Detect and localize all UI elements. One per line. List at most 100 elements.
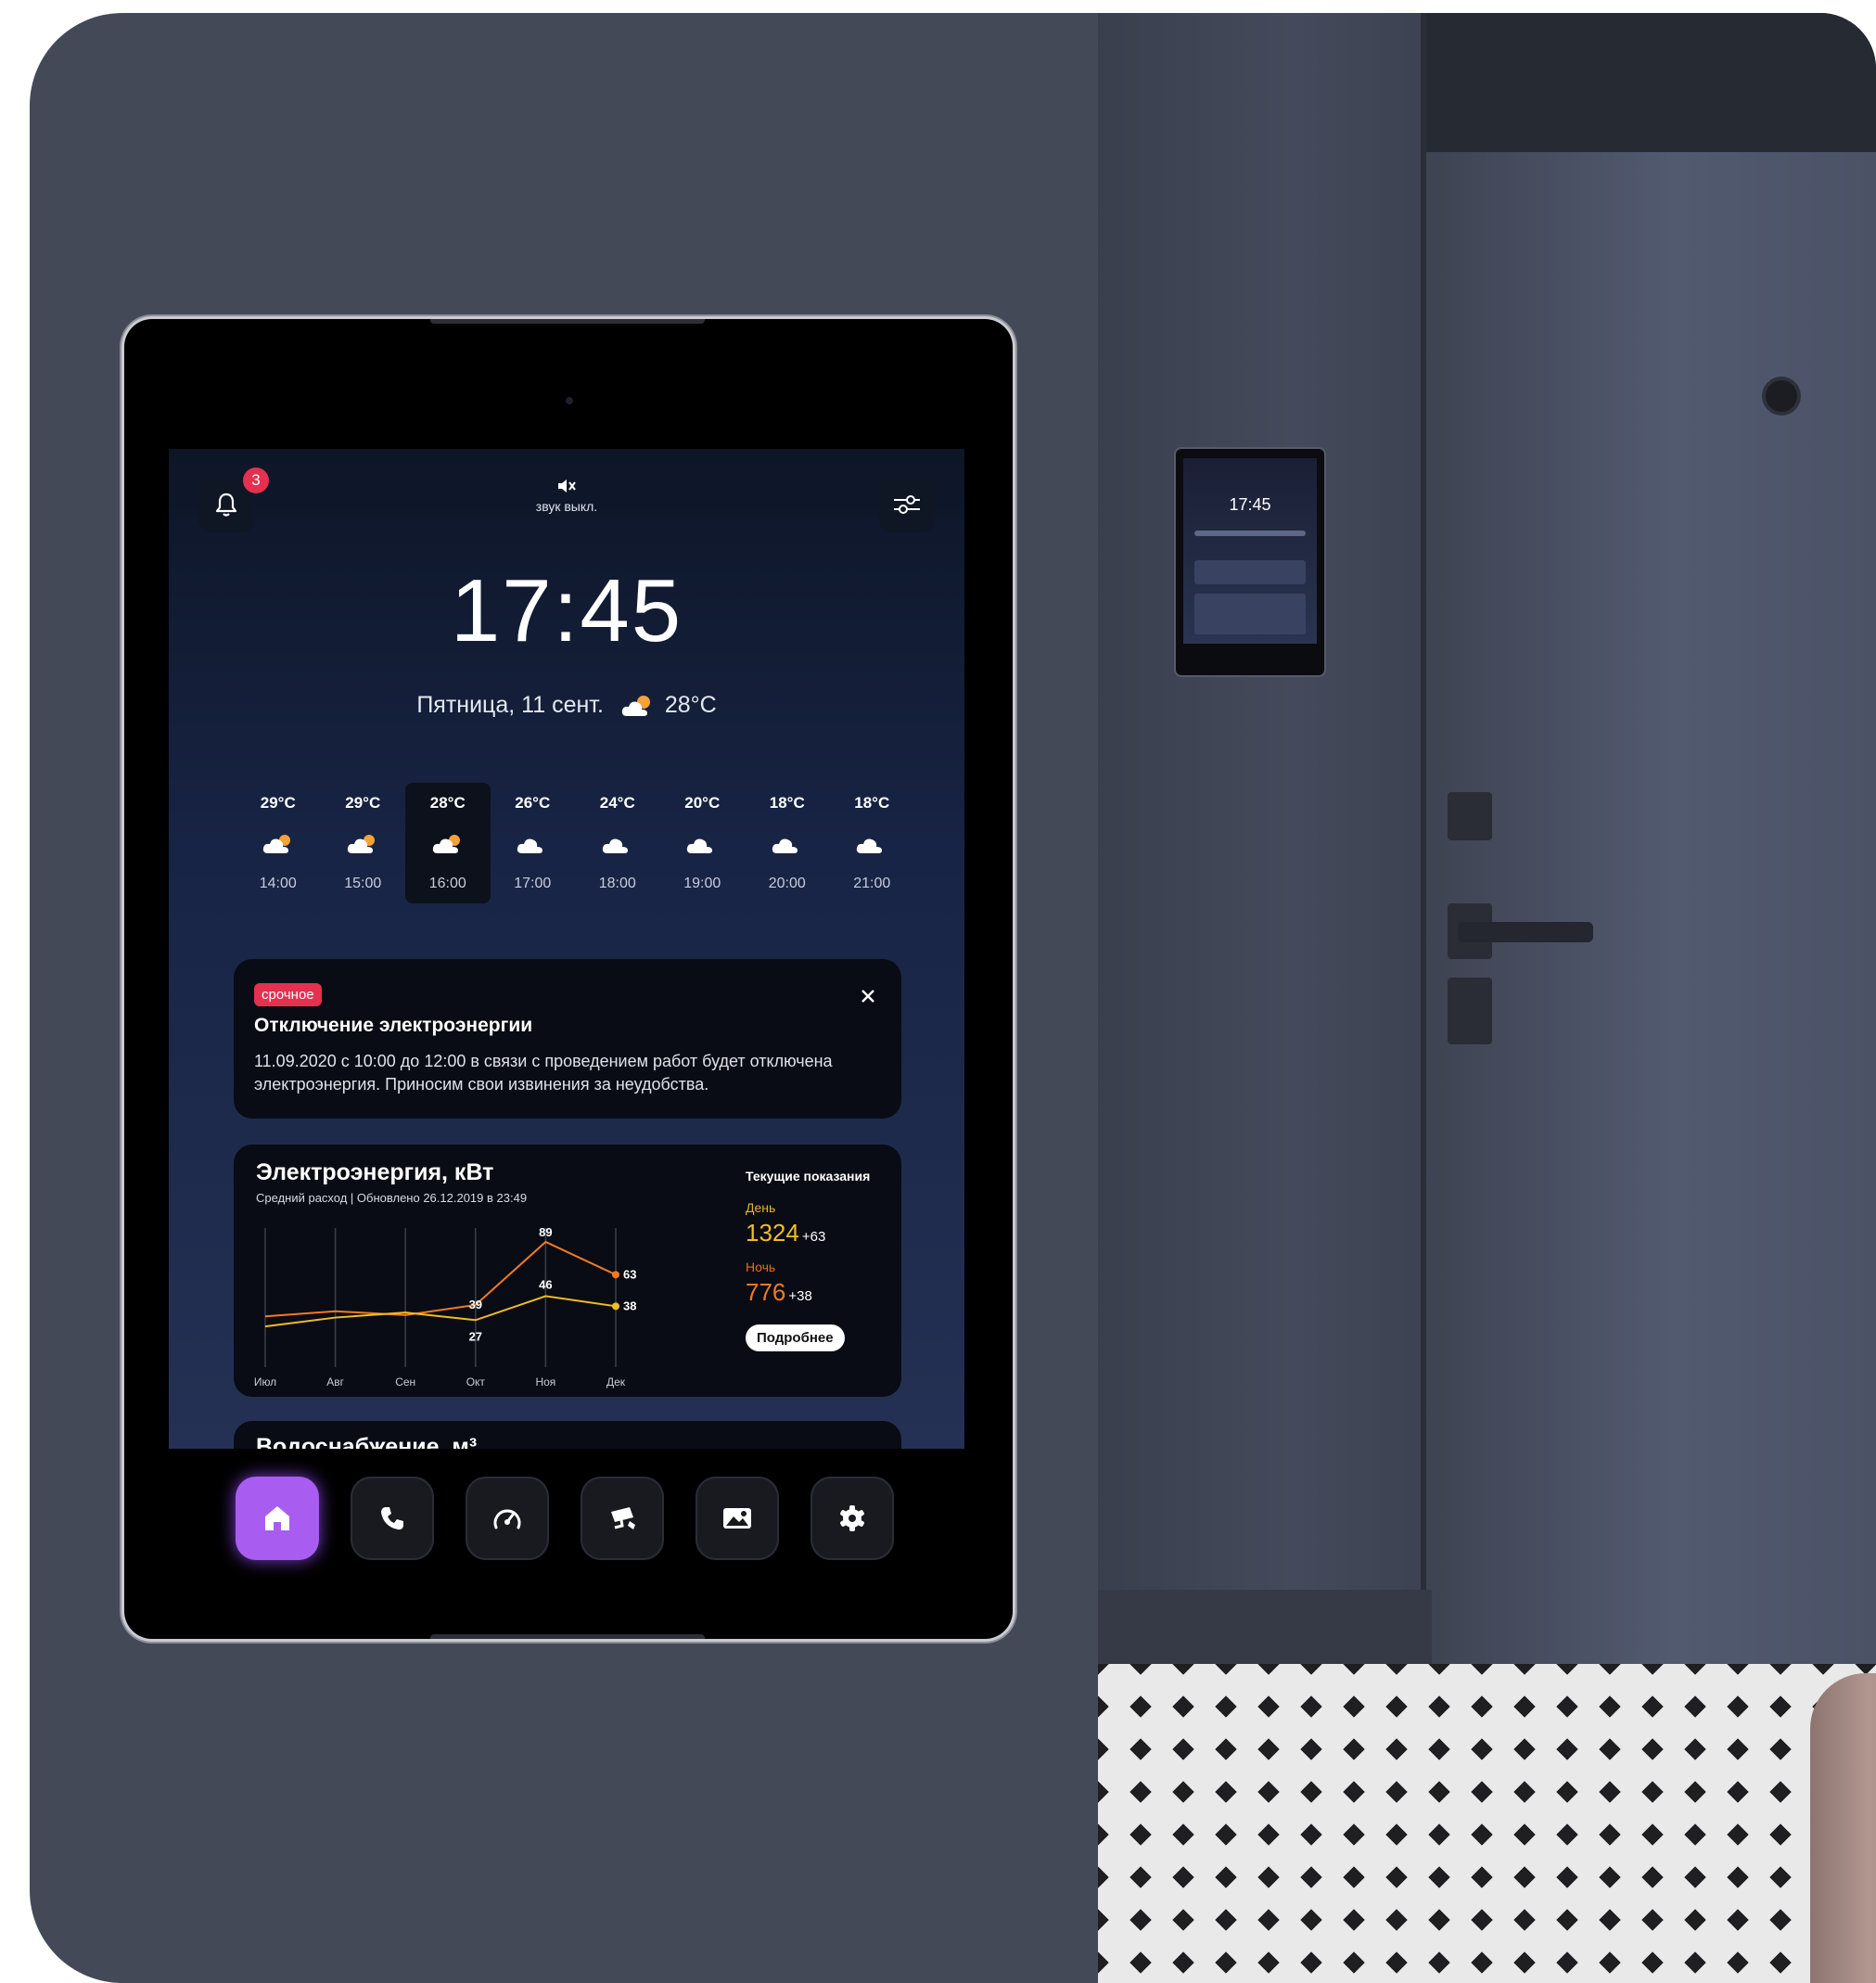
hourly-forecast: 29°C 14:00 29°C 15:00 28°C 16:00 26°C 17:00 24°C… [236, 783, 914, 903]
phone-icon [381, 1507, 403, 1530]
nav-home-button[interactable] [236, 1477, 319, 1560]
cloud-icon [772, 838, 798, 853]
partly-cloudy-icon [621, 696, 650, 717]
tablet-device: 3 звук выкл. 17:45 Пятница, 11 сент. 28°… [124, 319, 1013, 1639]
chart-data-label: 38 [623, 1299, 636, 1312]
nav-cameras-button[interactable] [581, 1477, 664, 1560]
cloud-icon [687, 838, 713, 853]
chart-data-label: 27 [469, 1329, 482, 1343]
forecast-hour[interactable]: 18°C 21:00 [830, 783, 915, 903]
x-tick-label: Ноя [535, 1375, 555, 1388]
door-handle [1458, 922, 1593, 942]
home-icon [265, 1506, 289, 1530]
door-lock-upper [1448, 792, 1492, 840]
alert-title: Отключение электроэнергии [254, 1015, 533, 1036]
forecast-hour-label: 21:00 [853, 876, 891, 891]
forecast-hour-label: 20:00 [768, 876, 806, 891]
forecast-hour[interactable]: 28°C 16:00 [405, 783, 491, 903]
forecast-hour-label: 14:00 [259, 876, 297, 891]
date-weather-line: Пятница, 11 сент. 28°C [169, 692, 964, 719]
settings-sliders-button[interactable] [879, 477, 935, 532]
cloud-icon [602, 838, 628, 853]
water-title: Водоснабжение, м³ [256, 1434, 478, 1449]
chart-endpoint [612, 1302, 619, 1311]
forecast-hour[interactable]: 18°C 20:00 [745, 783, 830, 903]
x-tick-label: Июл [254, 1375, 276, 1388]
bell-icon [215, 493, 237, 517]
x-tick-label: Авг [326, 1375, 344, 1388]
close-alert-button[interactable] [851, 979, 885, 1013]
bottom-navigation [169, 1449, 964, 1588]
energy-line-chart: Июл Авг Сен Окт Ноя Дек 89 46 39 27 63 38 [254, 1225, 637, 1388]
home-screen: 3 звук выкл. 17:45 Пятница, 11 сент. 28°… [169, 449, 964, 1449]
pouf-stool [1810, 1673, 1876, 1983]
door-lock-lower [1448, 978, 1492, 1044]
tablet-bottom-edge [430, 1634, 705, 1639]
energy-title: Электроэнергия, кВт [256, 1159, 494, 1185]
forecast-temp: 29°C [260, 794, 296, 812]
gallery-icon [723, 1508, 751, 1529]
promo-card: 17:45 3 звук выкл. 17:45 Пятница, 11 сен… [30, 13, 1876, 1983]
sound-off-icon [558, 480, 576, 493]
urgent-tag: срочное [254, 983, 322, 1006]
forecast-hour[interactable]: 29°C 15:00 [321, 783, 406, 903]
forecast-temp: 26°C [515, 794, 551, 812]
forecast-hour-label: 18:00 [598, 876, 636, 891]
speedometer-icon [493, 1509, 521, 1529]
alert-text: 11.09.2020 с 10:00 до 12:00 в связи с пр… [254, 1052, 833, 1094]
current-readings-label: Текущие показания [746, 1169, 871, 1183]
forecast-hour-label: 19:00 [683, 876, 721, 891]
forecast-temp: 28°C [429, 794, 466, 812]
sound-status-label: звук выкл. [535, 499, 598, 514]
chart-data-label: 63 [623, 1267, 636, 1281]
door-peephole [1766, 380, 1797, 412]
night-label: Ночь [746, 1260, 776, 1274]
nav-settings-button[interactable] [810, 1477, 894, 1560]
chart-series-line [264, 1240, 617, 1318]
current-temperature: 28°C [664, 692, 717, 718]
gear-icon [840, 1505, 864, 1531]
partly-cloudy-icon [348, 835, 376, 853]
forecast-hour[interactable]: 26°C 17:00 [491, 783, 576, 903]
day-reading: 1324 +63 [746, 1219, 825, 1247]
day-label: День [746, 1200, 776, 1215]
night-delta: +38 [788, 1288, 812, 1304]
forecast-temp: 29°C [345, 794, 381, 812]
notification-count-badge: 3 [243, 467, 269, 493]
tablet-top-edge [430, 319, 705, 324]
forecast-temp: 24°C [599, 794, 635, 812]
forecast-temp: 18°C [769, 794, 805, 812]
wall-pillar [1098, 13, 1424, 1692]
forecast-hour-label: 15:00 [344, 876, 382, 891]
day-value: 1324 [746, 1219, 799, 1247]
forecast-hour-label: 17:00 [514, 876, 552, 891]
clock-time: 17:45 [450, 561, 683, 660]
cloud-icon [857, 838, 883, 853]
door-frame-top [1424, 13, 1876, 152]
forecast-temp: 20°C [684, 794, 721, 812]
details-button[interactable]: Подробнее [746, 1324, 845, 1351]
forecast-hour[interactable]: 20°C 19:00 [660, 783, 746, 903]
nav-calls-button[interactable] [351, 1477, 434, 1560]
forecast-hour[interactable]: 24°C 18:00 [575, 783, 660, 903]
day-delta: +63 [801, 1229, 826, 1245]
forecast-temp: 18°C [854, 794, 890, 812]
sliders-icon [894, 495, 920, 514]
close-icon [861, 990, 874, 1003]
entrance-door [1424, 152, 1876, 1673]
chart-data-label: 46 [539, 1277, 552, 1291]
forecast-hour[interactable]: 29°C 14:00 [236, 783, 321, 903]
forecast-hour-label: 16:00 [428, 876, 466, 891]
nav-meters-button[interactable] [466, 1477, 549, 1560]
front-camera [566, 397, 573, 404]
nav-gallery-button[interactable] [696, 1477, 779, 1560]
tiled-floor [1098, 1664, 1876, 1983]
current-date: Пятница, 11 сент. [416, 692, 604, 718]
water-card[interactable]: Водоснабжение, м³ [234, 1421, 901, 1449]
energy-card: Электроэнергия, кВт Средний расход | Обн… [234, 1145, 901, 1397]
chart-data-label: 89 [539, 1225, 552, 1239]
security-camera-icon [611, 1507, 635, 1529]
alert-card: срочное Отключение электроэнергии 11.09.… [234, 959, 901, 1119]
chart-endpoint [612, 1271, 619, 1279]
sound-toggle[interactable]: звук выкл. [520, 477, 613, 514]
